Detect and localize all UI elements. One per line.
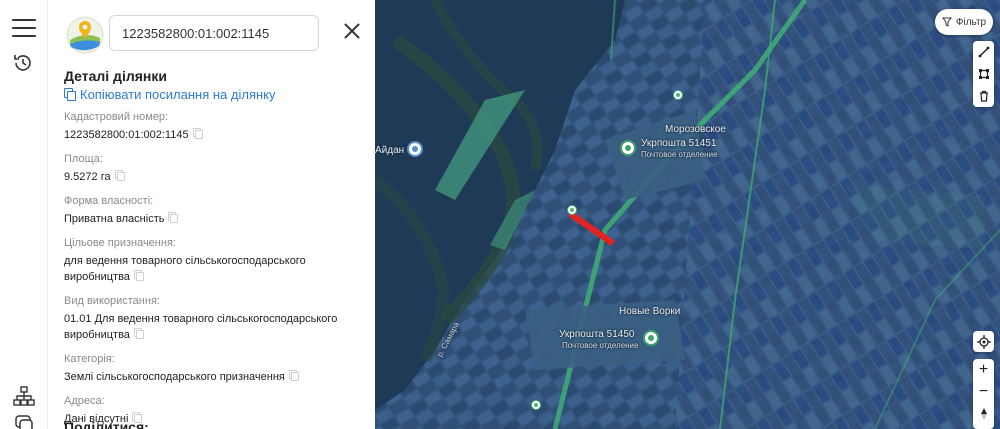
copy-icon[interactable] [133, 270, 144, 281]
filter-icon [941, 17, 952, 27]
app-logo [66, 16, 104, 54]
copy-icon[interactable] [192, 128, 203, 139]
place-label-ukrposhta-2: Укрпошта 51450 [559, 329, 635, 340]
field-value: 1223582800:01:002:1145 [64, 129, 189, 141]
copy-icon [64, 88, 76, 101]
filter-button[interactable]: Фільтр [935, 9, 993, 35]
copy-icon[interactable] [168, 212, 179, 223]
copy-icon[interactable] [133, 328, 144, 339]
copy-icon[interactable] [288, 370, 299, 381]
filter-label: Фільтр [955, 16, 987, 28]
field-value: 9.5272 га [64, 171, 111, 183]
zoom-controls: + − [973, 359, 994, 429]
road-marker-icon [673, 90, 683, 100]
field-label: Вид використання: [64, 295, 160, 307]
copy-link-label: Копіювати посилання на ділянку [80, 87, 276, 102]
place-icon[interactable] [407, 141, 423, 157]
place-label-aydan: Айдан [375, 145, 405, 156]
place-label-post-office-1: Почтовое отделение [641, 150, 718, 159]
share-title: Поділитися: [64, 419, 149, 429]
field-label: Форма власності: [64, 195, 154, 207]
compass-icon[interactable] [973, 403, 994, 425]
post-office-icon[interactable] [620, 140, 636, 156]
field-label: Кадастровий номер: [64, 111, 169, 123]
place-label-novye-vorki: Новые Ворки [619, 306, 681, 317]
road-marker-icon [531, 400, 541, 410]
field-usage: Вид використання: 01.01 Для ведення това… [64, 294, 364, 343]
panel-title: Деталі ділянки [64, 68, 167, 84]
history-icon[interactable] [12, 52, 34, 74]
satellite-map-layer [375, 0, 1000, 429]
field-category: Категорія: Землі сільськогосподарського … [64, 352, 364, 385]
post-office-icon[interactable] [643, 330, 659, 346]
field-cadastral-number: Кадастровий номер: 1223582800:01:002:114… [64, 110, 364, 143]
field-label: Адреса: [64, 395, 105, 407]
field-ownership: Форма власності: Приватна власність [64, 194, 364, 227]
field-value: Приватна власність [64, 213, 165, 225]
place-label-ukrposhta-1: Укрпошта 51451 [641, 138, 717, 149]
copy-link-button[interactable]: Копіювати посилання на ділянку [64, 87, 276, 102]
structure-icon[interactable] [13, 385, 35, 407]
parcel-details-panel: Деталі ділянки Копіювати посилання на ді… [48, 0, 375, 429]
map-tools [973, 41, 994, 107]
locate-me-button[interactable] [973, 331, 994, 352]
zoom-out-button[interactable]: − [973, 381, 994, 403]
field-value: 01.01 Для ведення товарного сільськогосп… [64, 313, 338, 341]
field-value: для ведення товарного сільськогосподарсь… [64, 255, 306, 283]
map-view[interactable]: Айдан Укрпошта 51451 Почтовое отделение … [375, 0, 1000, 429]
measure-line-icon[interactable] [973, 41, 994, 63]
close-icon[interactable] [344, 23, 360, 39]
field-label: Площа: [64, 153, 103, 165]
field-purpose: Цільове призначення: для ведення товарно… [64, 236, 364, 285]
chat-icon[interactable] [13, 413, 35, 429]
field-area: Площа: 9.5272 га [64, 152, 364, 185]
copy-icon[interactable] [114, 170, 125, 181]
trash-icon[interactable] [973, 85, 994, 107]
crosshair-icon [976, 334, 991, 349]
menu-icon[interactable] [12, 19, 36, 37]
place-label-morozovskoe: Морозовское [665, 124, 726, 135]
field-label: Цільове призначення: [64, 237, 176, 249]
parcel-fields: Кадастровий номер: 1223582800:01:002:114… [64, 110, 364, 429]
field-value: Землі сільськогосподарського призначення [64, 371, 285, 383]
place-label-post-office-2: Почтовое отделение [562, 341, 639, 350]
field-label: Категорія: [64, 353, 115, 365]
cadastral-search-input[interactable] [109, 15, 319, 51]
road-marker-icon [567, 205, 577, 215]
zoom-in-button[interactable]: + [973, 359, 994, 381]
left-rail [0, 0, 48, 429]
measure-area-icon[interactable] [973, 63, 994, 85]
